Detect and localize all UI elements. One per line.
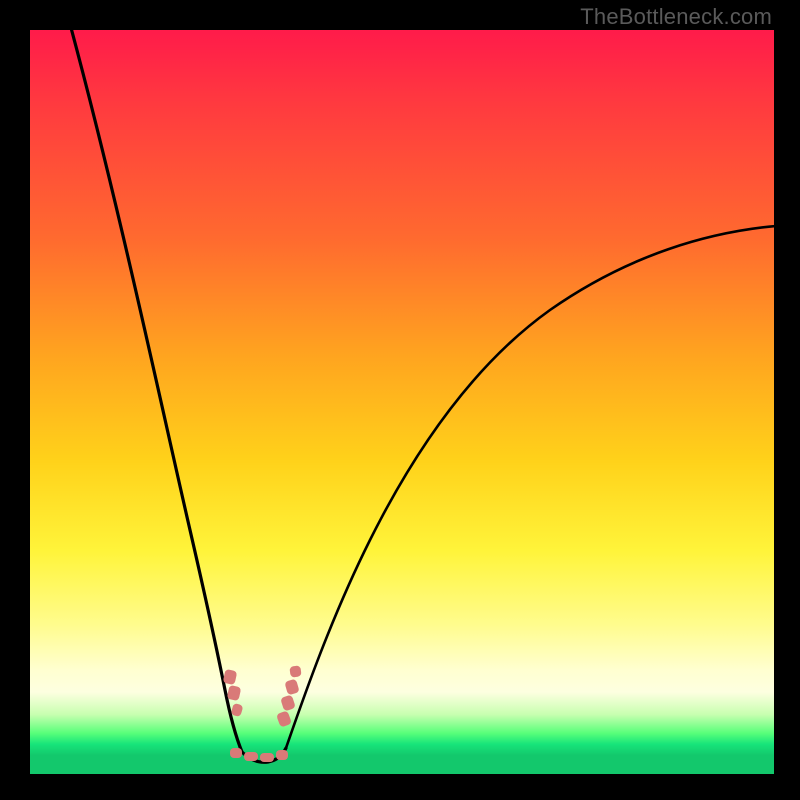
curve-right-branch — [286, 226, 776, 748]
chart-frame: TheBottleneck.com — [0, 0, 800, 800]
curve-layer — [30, 30, 774, 774]
curve-valley-floor — [242, 748, 286, 762]
curve-left-branch — [70, 24, 242, 752]
plot-area — [30, 30, 774, 774]
attribution-text: TheBottleneck.com — [580, 4, 772, 30]
